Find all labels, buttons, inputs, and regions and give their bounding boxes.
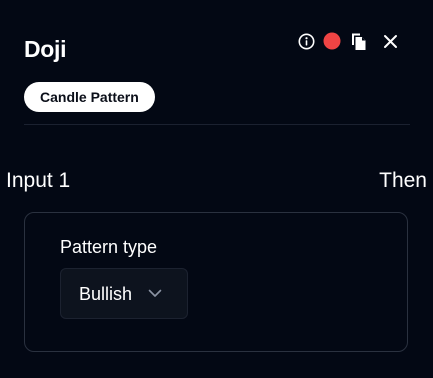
- info-icon[interactable]: [296, 30, 316, 52]
- pattern-type-label: Pattern type: [60, 237, 158, 257]
- pattern-type-select[interactable]: Bullish: [60, 268, 188, 319]
- pattern-type-value: Bullish: [79, 283, 133, 304]
- category-badge: Candle Pattern: [24, 82, 155, 112]
- chevron-down-icon: [148, 289, 162, 298]
- header-divider: [24, 124, 410, 125]
- panel-title: Doji: [24, 36, 67, 62]
- close-icon[interactable]: [380, 30, 400, 52]
- status-dot-icon[interactable]: [322, 30, 342, 52]
- settings-card: Pattern type Bullish: [24, 212, 408, 352]
- header-actions: [296, 30, 400, 52]
- output-connector-label[interactable]: Then: [379, 168, 427, 194]
- copy-icon[interactable]: [348, 30, 368, 52]
- input-connector-label[interactable]: Input 1: [6, 168, 70, 194]
- node-panel: Doji Candle Pattern Input 1 Then Pattern…: [0, 0, 433, 378]
